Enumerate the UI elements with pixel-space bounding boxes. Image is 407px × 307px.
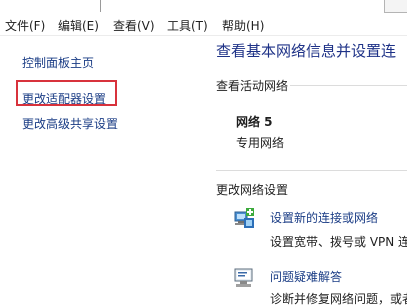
window-title-strip [0, 0, 407, 13]
menu-bar: 文件(F) 编辑(E) 查看(V) 工具(T) 帮助(H) [0, 13, 407, 36]
page-title: 查看基本网络信息并设置连 [216, 42, 397, 60]
network-setup-icon [232, 206, 256, 230]
highlight-annotation-box [16, 80, 117, 106]
network-name: 网络 5 [236, 115, 273, 129]
sidebar-item-control-panel-home[interactable]: 控制面板主页 [22, 54, 94, 71]
menu-file[interactable]: 文件(F) [5, 17, 45, 34]
navigation-pane: 控制面板主页 更改适配器设置 更改高级共享设置 [0, 36, 206, 298]
troubleshoot-icon [233, 266, 255, 290]
menu-edit[interactable]: 编辑(E) [58, 17, 99, 34]
network-type: 专用网络 [236, 136, 285, 150]
window-control-button[interactable] [384, 0, 407, 13]
section-divider [216, 170, 407, 171]
menu-view[interactable]: 查看(V) [113, 17, 155, 34]
troubleshoot-link[interactable]: 问题疑难解答 [270, 268, 342, 285]
title-separator [100, 0, 111, 12]
menu-help[interactable]: 帮助(H) [222, 17, 264, 34]
sidebar-item-change-advanced-sharing[interactable]: 更改高级共享设置 [22, 115, 118, 132]
troubleshoot-description: 诊断并修复网络问题，或者 [270, 292, 407, 306]
active-networks-heading: 查看活动网络 [216, 79, 289, 93]
setup-connection-description: 设置宽带、拨号或 VPN 连 [270, 235, 407, 249]
change-network-settings-heading: 更改网络设置 [216, 183, 289, 197]
setup-connection-link[interactable]: 设置新的连接或网络 [270, 209, 378, 226]
section-divider [290, 85, 407, 86]
menu-tools[interactable]: 工具(T) [167, 17, 208, 34]
